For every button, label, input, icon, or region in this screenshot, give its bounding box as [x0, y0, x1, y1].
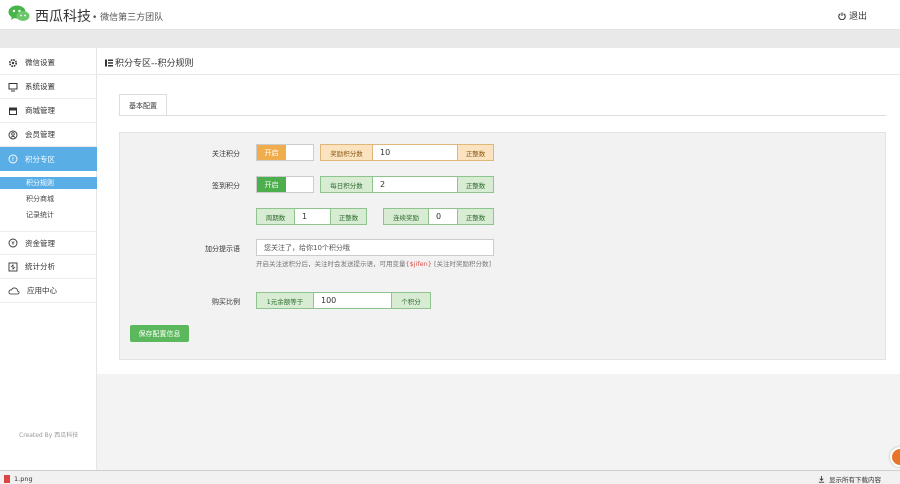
download-icon	[818, 475, 825, 483]
sidebar-item-label: 商城管理	[25, 106, 55, 115]
sidebar-item-label: 统计分析	[25, 262, 55, 271]
cloud-icon	[8, 287, 20, 294]
download-item[interactable]: 1.png	[4, 473, 94, 484]
sidebar-item-points[interactable]: f 积分专区	[0, 147, 97, 171]
show-all-downloads-link[interactable]: 显示所有下载内容	[818, 474, 881, 484]
file-icon	[4, 474, 10, 483]
ratio-input[interactable]: 100	[313, 293, 392, 308]
sidebar: 微信设置 系统设置 商城管理 会员管理 f 积分专区 积分规则 积分商城 记录统…	[0, 48, 97, 470]
ratio-input-group: 1元余额等于 100 个积分	[256, 292, 431, 309]
cycle-input[interactable]: 1	[294, 209, 331, 224]
show-all-downloads-label: 显示所有下载内容	[829, 476, 881, 484]
streak-suffix: 正整数	[458, 209, 493, 224]
follow-points-label: 关注积分	[212, 150, 240, 158]
sidebar-item-label: 应用中心	[27, 286, 57, 295]
top-header: 西瓜科技 • 微信第三方团队 退出	[0, 0, 900, 30]
checkin-points-label: 签到积分	[212, 182, 240, 190]
help-text-note: [关注时奖励积分数]	[431, 260, 492, 268]
logout-label: 退出	[849, 12, 868, 22]
title-bar-icon	[105, 59, 113, 66]
sidebar-item-label: 积分专区	[25, 154, 55, 164]
brand-subtitle: • 微信第三方团队	[92, 13, 164, 23]
toggle-on-label: 开启	[257, 145, 286, 160]
coin-icon: f	[8, 154, 18, 164]
streak-prefix: 连续奖励	[384, 209, 428, 224]
ratio-suffix: 个积分	[392, 293, 430, 308]
follow-points-toggle[interactable]: 开启	[256, 144, 314, 161]
sidebar-item-store[interactable]: 商城管理	[0, 99, 97, 123]
sidebar-subitem-records[interactable]: 记录统计	[0, 209, 97, 221]
help-variable: {$jifen}	[405, 260, 432, 268]
yen-icon: ¥	[8, 238, 18, 248]
sidebar-subitem-points-mall[interactable]: 积分商城	[0, 193, 97, 205]
title-divider	[97, 74, 900, 75]
svg-text:f: f	[12, 157, 15, 163]
sidebar-item-label: 微信设置	[25, 58, 55, 67]
download-file-name: 1.png	[14, 474, 33, 483]
follow-points-suffix: 正整数	[458, 145, 493, 160]
prompt-label: 加分提示语	[205, 245, 240, 253]
sidebar-item-label: 系统设置	[25, 82, 55, 91]
help-text: 开启关注送积分后，关注时会发送提示语，可用变量	[256, 260, 406, 268]
prompt-help-text: 开启关注送积分后，关注时会发送提示语，可用变量{$jifen} [关注时奖励积分…	[256, 259, 496, 269]
follow-points-prefix: 奖励积分数	[321, 145, 372, 160]
power-icon	[838, 11, 846, 20]
checkin-points-input[interactable]: 2	[372, 177, 458, 192]
gear-icon	[8, 58, 18, 67]
header-strip	[0, 30, 900, 48]
svg-text:¥: ¥	[11, 241, 15, 247]
follow-points-input[interactable]: 10	[372, 145, 458, 160]
tab-basic-config[interactable]: 基本配置	[119, 94, 167, 116]
save-config-button[interactable]: 保存配置信息	[130, 325, 189, 342]
sidebar-credit: Created By 西瓜科技	[19, 432, 79, 439]
cycle-prefix: 周期数	[257, 209, 294, 224]
checkin-points-input-group: 每日积分数 2 正整数	[320, 176, 494, 193]
follow-points-input-group: 奖励积分数 10 正整数	[320, 144, 494, 161]
toggle-on-label: 开启	[257, 177, 286, 192]
sidebar-item-statistics[interactable]: 统计分析	[0, 255, 97, 279]
sidebar-item-label: 资金管理	[25, 238, 55, 248]
page-title-text: 积分专区--积分规则	[115, 59, 194, 69]
download-bar: 1.png 显示所有下载内容	[0, 470, 900, 484]
sidebar-item-label: 会员管理	[25, 130, 55, 139]
checkin-points-toggle[interactable]: 开启	[256, 176, 314, 193]
user-icon	[8, 130, 18, 139]
sidebar-item-wechat-settings[interactable]: 微信设置	[0, 51, 97, 75]
sidebar-item-system-settings[interactable]: 系统设置	[0, 75, 97, 99]
ratio-prefix: 1元余额等于	[257, 293, 313, 308]
sidebar-item-members[interactable]: 会员管理	[0, 123, 97, 147]
page-title: 积分专区--积分规则	[105, 56, 194, 69]
streak-input-group: 连续奖励 0 正整数	[383, 208, 494, 225]
monitor-icon	[8, 82, 18, 91]
tab-underline	[119, 115, 886, 116]
ratio-label: 购买比例	[212, 298, 240, 306]
streak-input[interactable]: 0	[428, 209, 458, 224]
prompt-input[interactable]: 您关注了，给你10个积分哦	[256, 239, 494, 256]
sidebar-item-app-center[interactable]: 应用中心	[0, 279, 97, 303]
brand-name: 西瓜科技	[35, 9, 91, 25]
checkin-points-suffix: 正整数	[458, 177, 493, 192]
sidebar-subitem-points-rules[interactable]: 积分规则	[0, 177, 97, 189]
stats-icon	[8, 262, 18, 271]
wechat-logo-icon	[8, 5, 30, 21]
sidebar-item-funds[interactable]: ¥ 资金管理	[0, 231, 97, 255]
store-icon	[9, 107, 17, 115]
checkin-points-prefix: 每日积分数	[321, 177, 372, 192]
cycle-suffix: 正整数	[331, 209, 366, 224]
cycle-input-group: 周期数 1 正整数	[256, 208, 367, 225]
logout-button[interactable]: 退出	[838, 9, 867, 22]
